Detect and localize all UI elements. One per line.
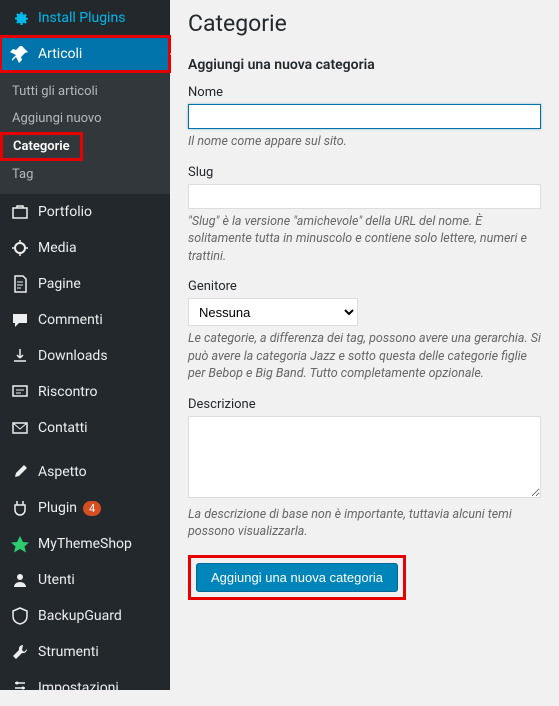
page-title: Categorie — [188, 10, 541, 37]
menu-label: Plugin — [38, 500, 77, 516]
submit-highlight: Aggiungi una nuova categoria — [188, 555, 406, 600]
mythemeshop-icon — [10, 534, 30, 554]
menu-label: BackupGuard — [38, 608, 122, 624]
field-description: Descrizione La descrizione di base non è… — [188, 397, 541, 541]
add-category-button[interactable]: Aggiungi una nuova categoria — [196, 563, 398, 592]
submenu-tutti-articoli[interactable]: Tutti gli articoli — [0, 78, 170, 105]
menu-impostazioni[interactable]: Impostazioni — [0, 670, 170, 706]
menu-label: MyThemeShop — [38, 536, 132, 552]
portfolio-icon — [10, 202, 30, 222]
comment-icon — [10, 310, 30, 330]
menu-label: Strumenti — [38, 644, 99, 660]
menu-pagine[interactable]: Pagine — [0, 266, 170, 302]
menu-label: Aspetto — [38, 464, 87, 480]
name-label: Nome — [188, 85, 541, 100]
user-icon — [10, 570, 30, 590]
description-textarea[interactable] — [188, 416, 541, 498]
menu-mythemeshop[interactable]: MyThemeShop — [0, 526, 170, 562]
field-name: Nome Il nome come appare sul sito. — [188, 85, 541, 151]
admin-sidebar: Install Plugins Articoli Tutti gli artic… — [0, 0, 170, 690]
menu-label: Pagine — [38, 276, 81, 292]
menu-strumenti[interactable]: Strumenti — [0, 634, 170, 670]
pin-icon — [10, 44, 30, 64]
menu-label: Impostazioni — [38, 680, 119, 696]
menu-commenti[interactable]: Commenti — [0, 302, 170, 338]
brush-icon — [10, 462, 30, 482]
page-icon — [10, 274, 30, 294]
form-title: Aggiungi una nuova categoria — [188, 57, 541, 73]
description-label: Descrizione — [188, 397, 541, 412]
menu-portfolio[interactable]: Portfolio — [0, 194, 170, 230]
shield-icon — [10, 606, 30, 626]
parent-select[interactable]: Nessuna — [188, 298, 358, 326]
settings-icon — [10, 678, 30, 698]
menu-label: Utenti — [38, 572, 75, 588]
slug-help: "Slug" è la versione "amichevole" della … — [188, 213, 541, 266]
download-icon — [10, 346, 30, 366]
menu-media[interactable]: Media — [0, 230, 170, 266]
field-parent: Genitore Nessuna Le categorie, a differe… — [188, 279, 541, 383]
tools-icon — [10, 642, 30, 662]
name-help: Il nome come appare sul sito. — [188, 133, 541, 151]
menu-label: Portfolio — [38, 204, 92, 220]
main-content: Categorie Aggiungi una nuova categoria N… — [170, 0, 559, 690]
gear-icon — [10, 8, 30, 28]
menu-utenti[interactable]: Utenti — [0, 562, 170, 598]
submenu-tag[interactable]: Tag — [0, 161, 170, 188]
slug-label: Slug — [188, 165, 541, 180]
menu-label: Commenti — [38, 312, 103, 328]
menu-label: Riscontro — [38, 384, 97, 400]
slug-input[interactable] — [188, 184, 541, 209]
menu-aspetto[interactable]: Aspetto — [0, 454, 170, 490]
submenu-categorie[interactable]: Categorie — [0, 132, 83, 161]
menu-label: Install Plugins — [38, 10, 125, 26]
parent-help: Le categorie, a differenza dei tag, poss… — [188, 330, 541, 383]
menu-label: Articoli — [38, 46, 82, 62]
feedback-icon — [10, 382, 30, 402]
submenu-aggiungi-nuovo[interactable]: Aggiungi nuovo — [0, 105, 170, 132]
menu-downloads[interactable]: Downloads — [0, 338, 170, 374]
menu-contatti[interactable]: Contatti — [0, 410, 170, 446]
parent-label: Genitore — [188, 279, 541, 294]
description-help: La descrizione di base non è importante,… — [188, 506, 541, 541]
media-icon — [10, 238, 30, 258]
menu-riscontro[interactable]: Riscontro — [0, 374, 170, 410]
menu-label: Media — [38, 240, 77, 256]
plugin-badge: 4 — [83, 501, 101, 516]
menu-label: Contatti — [38, 420, 88, 436]
plugin-icon — [10, 498, 30, 518]
field-slug: Slug "Slug" è la versione "amichevole" d… — [188, 165, 541, 266]
menu-plugin[interactable]: Plugin 4 — [0, 490, 170, 526]
menu-backupguard[interactable]: BackupGuard — [0, 598, 170, 634]
submenu-articoli: Tutti gli articoli Aggiungi nuovo Catego… — [0, 72, 170, 194]
mail-icon — [10, 418, 30, 438]
name-input[interactable] — [188, 104, 541, 129]
menu-articoli[interactable]: Articoli — [0, 36, 170, 72]
menu-install-plugins[interactable]: Install Plugins — [0, 0, 170, 36]
menu-label: Downloads — [38, 348, 108, 364]
